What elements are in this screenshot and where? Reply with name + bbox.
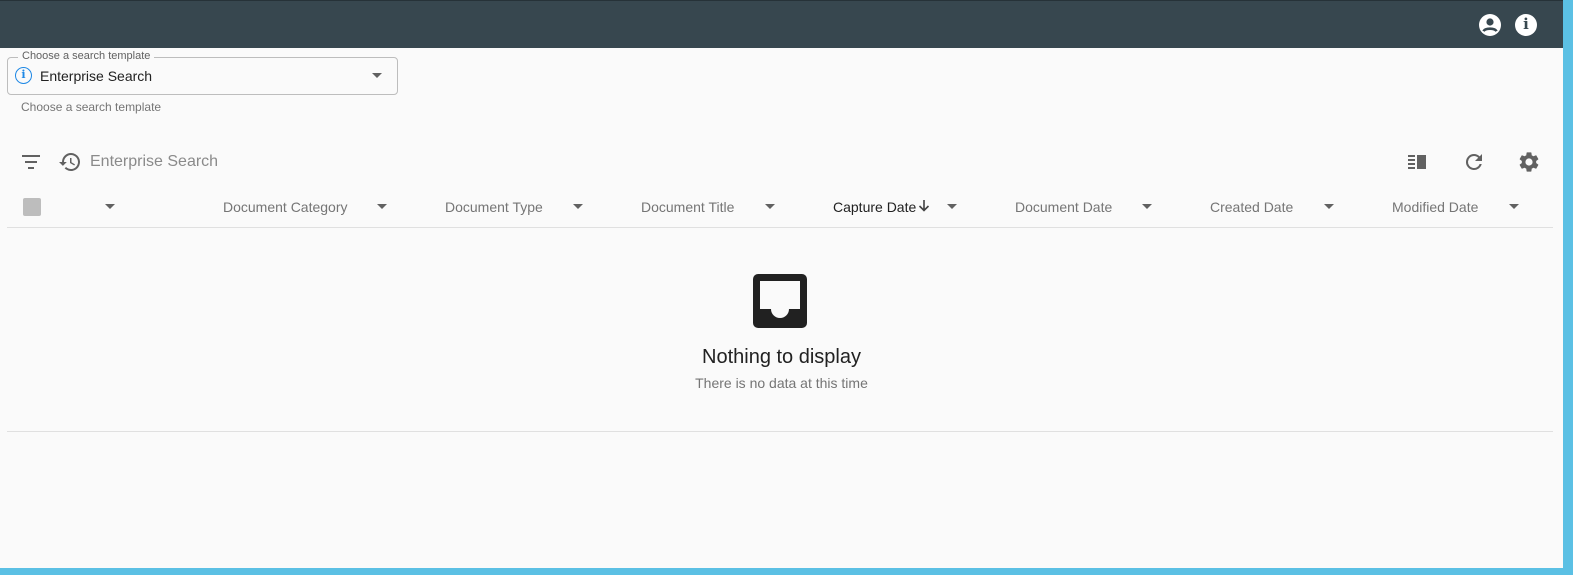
chevron-down-icon[interactable] xyxy=(1142,204,1152,209)
info-outline-icon: i xyxy=(15,67,32,84)
sort-descending-icon[interactable] xyxy=(916,198,932,214)
select-all-checkbox[interactable] xyxy=(23,198,41,216)
chevron-down-icon[interactable] xyxy=(377,204,387,209)
search-template-select[interactable]: Choose a search template i Enterprise Se… xyxy=(7,50,398,95)
chevron-down-icon xyxy=(372,73,382,78)
app-window: Choose a search template i Enterprise Se… xyxy=(0,0,1563,568)
filter-icon[interactable] xyxy=(20,153,42,171)
column-header-created-date[interactable]: Created Date xyxy=(1210,199,1293,215)
search-input[interactable] xyxy=(90,148,690,176)
column-header-document-date[interactable]: Document Date xyxy=(1015,199,1112,215)
column-header-document-title[interactable]: Document Title xyxy=(641,199,734,215)
inbox-icon xyxy=(753,274,807,328)
column-header-capture-date[interactable]: Capture Date xyxy=(833,199,916,215)
chevron-down-icon[interactable] xyxy=(765,204,775,209)
chevron-down-icon[interactable] xyxy=(1324,204,1334,209)
chevron-down-icon[interactable] xyxy=(573,204,583,209)
search-template-value: Enterprise Search xyxy=(40,68,153,84)
column-header-modified-date[interactable]: Modified Date xyxy=(1392,199,1478,215)
chevron-down-icon[interactable] xyxy=(1509,204,1519,209)
search-template-hint: Choose a search template xyxy=(21,100,162,114)
view-columns-icon[interactable] xyxy=(1406,152,1428,172)
select-menu-chevron-down-icon[interactable] xyxy=(105,204,115,209)
search-template-label: Choose a search template xyxy=(18,50,155,62)
gear-icon[interactable] xyxy=(1517,150,1541,174)
table-header: Document Category Document Type Document… xyxy=(7,190,1553,228)
divider xyxy=(7,431,1553,432)
refresh-icon[interactable] xyxy=(1462,150,1486,174)
empty-state-subtitle: There is no data at this time xyxy=(695,375,868,391)
account-circle-icon[interactable] xyxy=(1479,14,1501,36)
column-header-document-type[interactable]: Document Type xyxy=(445,199,543,215)
empty-state-title: Nothing to display xyxy=(702,346,861,368)
top-app-bar xyxy=(0,0,1563,48)
info-icon[interactable] xyxy=(1515,14,1537,36)
column-header-document-category[interactable]: Document Category xyxy=(223,199,348,215)
chevron-down-icon[interactable] xyxy=(947,204,957,209)
history-icon[interactable] xyxy=(58,150,82,174)
